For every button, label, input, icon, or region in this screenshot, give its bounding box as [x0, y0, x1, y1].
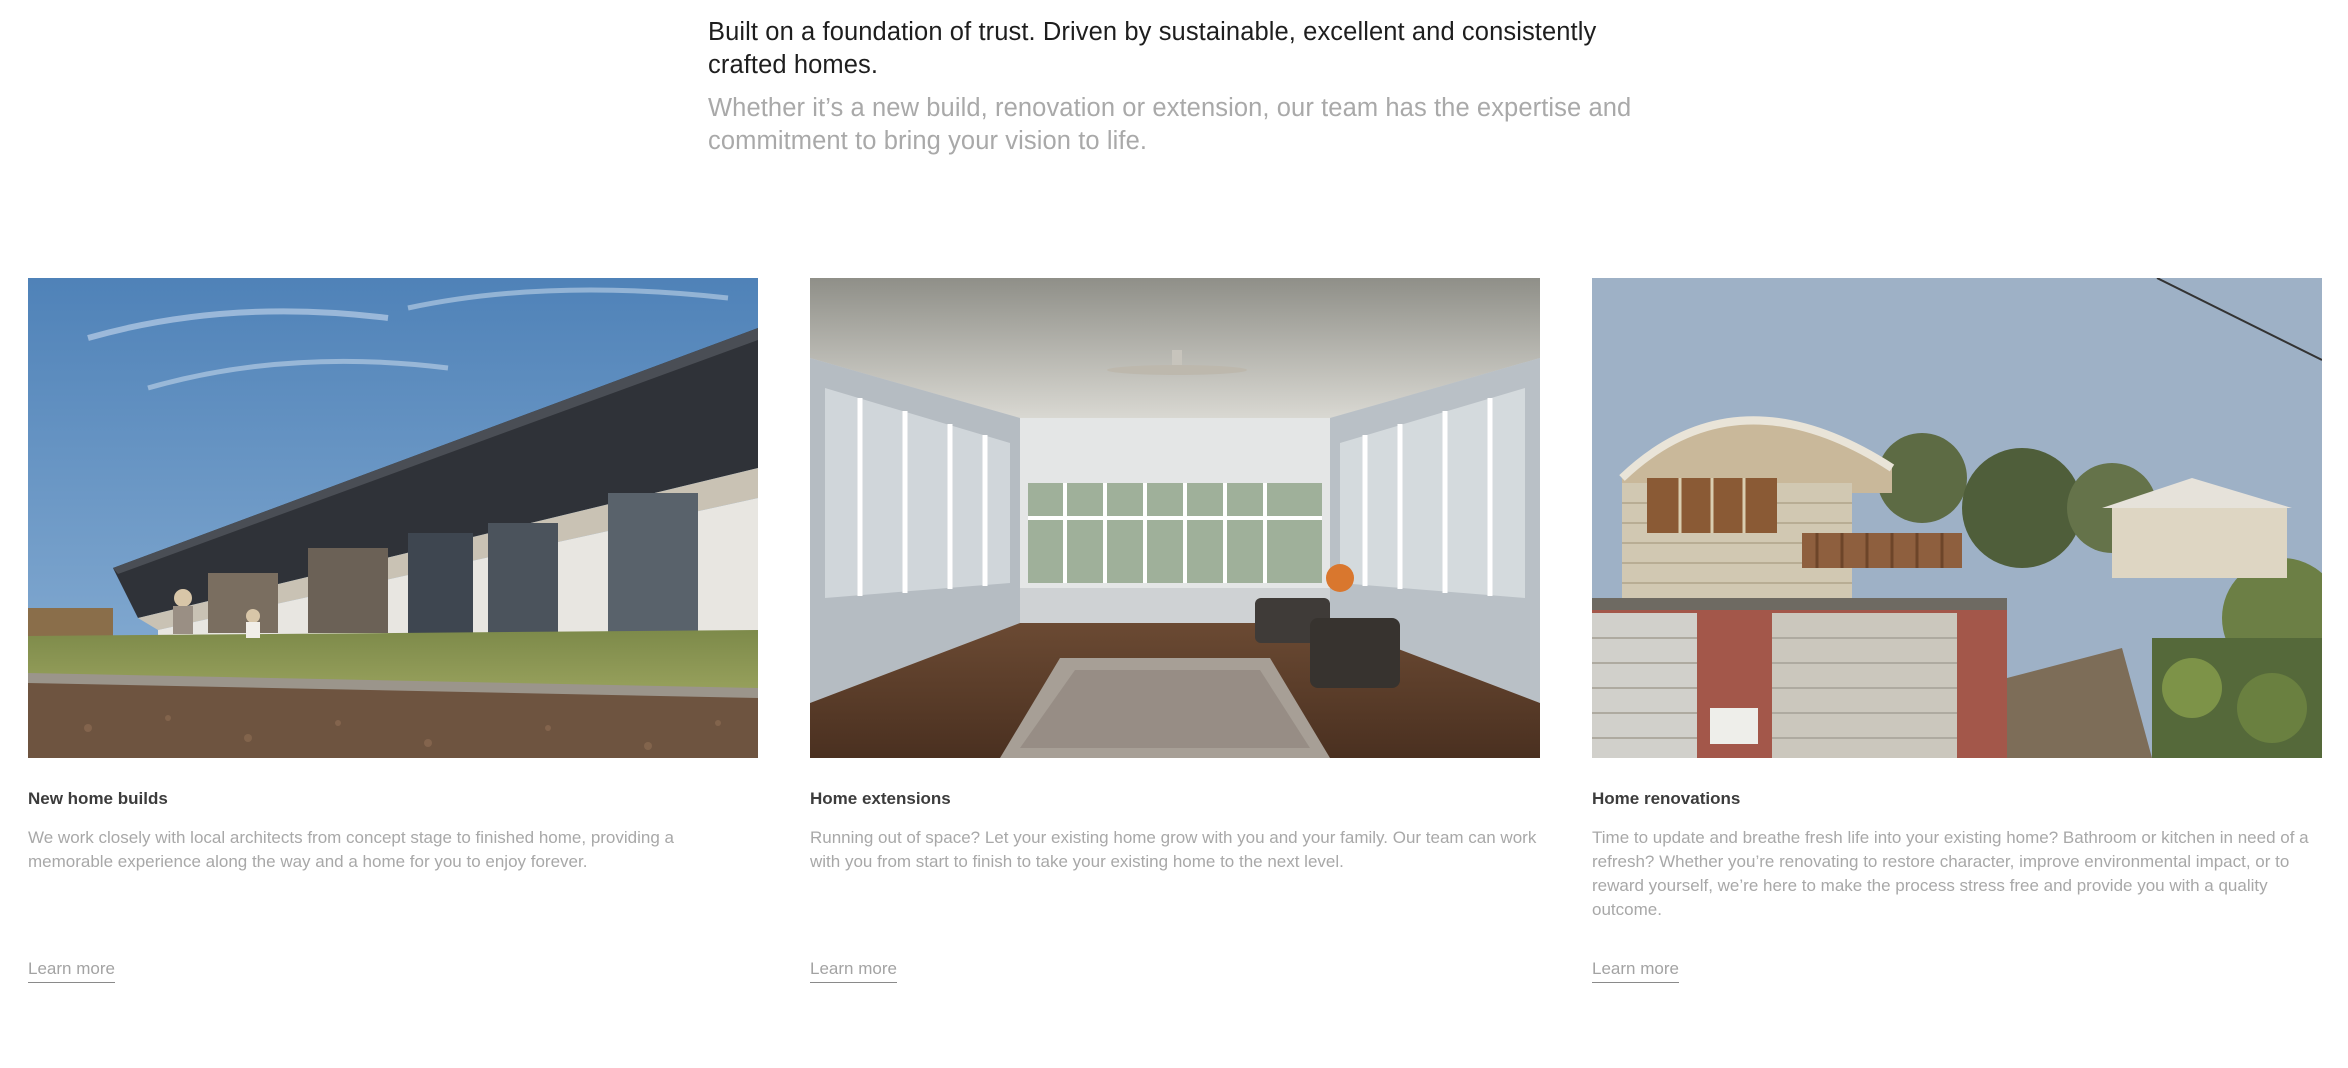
service-card-new-home-builds: New home builds We work closely with loc… [28, 278, 758, 998]
home-renovations-image[interactable] [1592, 278, 2322, 758]
card-title: New home builds [28, 789, 168, 808]
learn-more-link[interactable]: Learn more [1592, 958, 1679, 983]
card-title: Home extensions [810, 789, 951, 808]
new-home-builds-image[interactable] [28, 278, 758, 758]
service-card-home-extensions: Home extensions Running out of space? Le… [810, 278, 1540, 998]
intro-sub-text: Whether it’s a new build, renovation or … [708, 94, 1632, 155]
card-description: Running out of space? Let your existing … [810, 828, 1537, 871]
learn-more-link[interactable]: Learn more [810, 958, 897, 983]
services-cards: New home builds We work closely with loc… [28, 278, 2322, 998]
intro-lead-text: Built on a foundation of trust. Driven b… [708, 18, 1597, 79]
learn-more-link[interactable]: Learn more [28, 958, 115, 983]
home-extensions-image[interactable] [810, 278, 1540, 758]
service-card-home-renovations: Home renovations Time to update and brea… [1592, 278, 2322, 998]
card-description: We work closely with local architects fr… [28, 828, 674, 871]
intro-section: Built on a foundation of trust. Driven b… [708, 16, 1638, 158]
card-description: Time to update and breathe fresh life in… [1592, 828, 2309, 919]
card-title: Home renovations [1592, 789, 1741, 808]
